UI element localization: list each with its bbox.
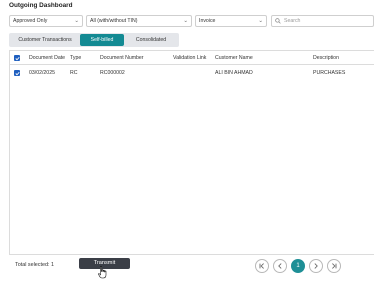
total-selected: Total selected: 1 <box>15 262 54 268</box>
previous-page-button[interactable] <box>273 259 287 273</box>
column-header-description[interactable]: Description <box>313 55 339 61</box>
doctype-filter-value: Invoice <box>199 18 216 24</box>
tab-bar: Customer Transactions Self-billed Consol… <box>9 33 179 47</box>
status-filter-value: Approved Only <box>13 18 48 24</box>
column-header-document-date[interactable]: Document Date <box>29 55 65 61</box>
page-title: Outgoing Dashboard <box>9 2 73 9</box>
tab-self-billed[interactable]: Self-billed <box>80 34 124 46</box>
last-page-button[interactable] <box>327 259 341 273</box>
total-selected-count: 1 <box>50 262 54 268</box>
table-header: Document Date Type Document Number Valid… <box>10 51 374 65</box>
search-input[interactable]: Search <box>271 15 374 27</box>
tab-customer-transactions[interactable]: Customer Transactions <box>11 34 79 46</box>
transactions-table: Document Date Type Document Number Valid… <box>9 50 374 255</box>
column-header-type[interactable]: Type <box>70 55 81 61</box>
check-icon <box>14 56 20 60</box>
cell-document-number: RC000002 <box>100 70 125 76</box>
cell-document-date: 03/02/2025 <box>29 70 55 76</box>
column-header-validation-link[interactable]: Validation Link <box>173 55 206 61</box>
doctype-filter-select[interactable]: Invoice ⌄ <box>195 15 267 27</box>
chevron-left-icon <box>278 263 282 269</box>
tin-filter-select[interactable]: All (with/without TIN) ⌄ <box>86 15 192 27</box>
cell-customer-name: ALI BIN AHMAD <box>215 70 253 76</box>
search-placeholder: Search <box>284 18 301 24</box>
row-checkbox[interactable] <box>14 70 20 76</box>
filter-bar: Approved Only ⌄ All (with/without TIN) ⌄… <box>9 15 374 28</box>
first-page-icon <box>259 263 264 269</box>
table-row[interactable]: 03/02/2025 RC RC000002 ALI BIN AHMAD PUR… <box>10 67 374 79</box>
check-icon <box>14 71 20 75</box>
tab-consolidated[interactable]: Consolidated <box>126 34 176 46</box>
next-page-button[interactable] <box>309 259 323 273</box>
status-filter-select[interactable]: Approved Only ⌄ <box>9 15 83 27</box>
page-button-current[interactable]: 1 <box>291 259 305 273</box>
chevron-down-icon: ⌄ <box>74 18 79 24</box>
total-selected-label: Total selected: <box>15 262 50 268</box>
hand-cursor-icon <box>98 266 107 279</box>
first-page-button[interactable] <box>255 259 269 273</box>
search-icon <box>275 18 281 24</box>
column-header-customer-name[interactable]: Customer Name <box>215 55 253 61</box>
last-page-icon <box>332 263 337 269</box>
cell-type: RC <box>70 70 78 76</box>
chevron-right-icon <box>314 263 318 269</box>
chevron-down-icon: ⌄ <box>183 18 188 24</box>
select-all-checkbox[interactable] <box>14 55 20 61</box>
tin-filter-value: All (with/without TIN) <box>90 18 138 24</box>
chevron-down-icon: ⌄ <box>258 18 263 24</box>
cell-description: PURCHASES <box>313 70 346 76</box>
column-header-document-number[interactable]: Document Number <box>100 55 144 61</box>
